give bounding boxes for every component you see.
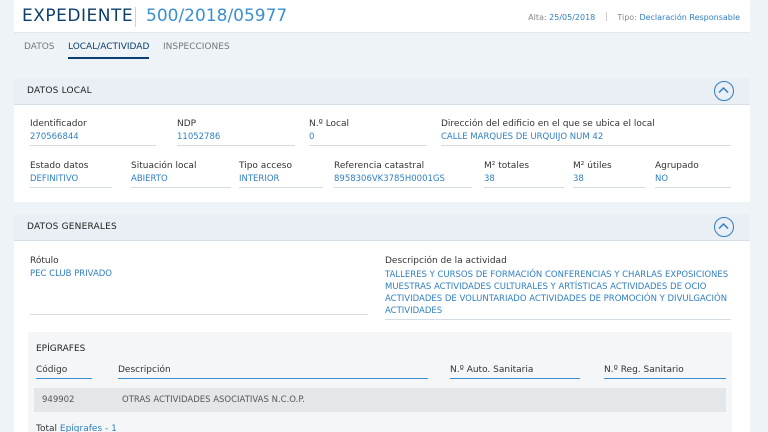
estado-label: Estado datos <box>30 161 89 171</box>
ndp-value: 11052786 <box>177 132 295 146</box>
datos-generales-panel: DATOS GENERALES Rótulo PEC CLUB PRIVADO … <box>14 214 750 432</box>
field-n-local: N.º Local 0 <box>309 119 427 146</box>
field-m2-utiles: M² útiles 38 <box>573 161 645 188</box>
estado-value: DEFINITIVO <box>30 174 112 188</box>
tipo-value: Declaración Responsable <box>639 13 740 22</box>
tab-inspecciones[interactable]: INSPECCIONES <box>163 42 230 57</box>
field-identificador: Identificador 270566844 <box>30 119 156 146</box>
column-header-descripcion[interactable]: Descripción <box>118 365 428 379</box>
epigrafes-section: EPÍGRAFES Código Descripción N.º Auto. S… <box>28 332 732 432</box>
chevron-up-icon <box>718 222 729 230</box>
identificador-value: 270566844 <box>30 132 156 146</box>
tab-datos[interactable]: DATOS <box>24 42 55 57</box>
table-row[interactable]: 949902 OTRAS ACTIVIDADES ASOCIATIVAS N.C… <box>34 388 726 412</box>
descripcion-label: Descripción de la actividad <box>385 256 507 266</box>
direccion-value: CALLE MARQUES DE URQUIJO NUM 42 <box>441 132 731 146</box>
field-situacion-local: Situación local ABIERTO <box>131 161 231 188</box>
rotulo-underline <box>30 314 368 315</box>
header-meta: Alta: 25/05/2018 Tipo: Declaración Respo… <box>528 12 740 22</box>
epigrafes-title: EPÍGRAFES <box>36 344 86 354</box>
situacion-value: ABIERTO <box>131 174 231 188</box>
meta-divider <box>605 12 607 21</box>
m2-totales-value: 38 <box>484 174 564 188</box>
alta-label: Alta: <box>528 13 547 22</box>
column-header-auto-sanitaria[interactable]: N.º Auto. Sanitaria <box>450 365 580 379</box>
column-header-reg-sanitario[interactable]: N.º Reg. Sanitario <box>604 365 726 379</box>
descripcion-line: ACTIVIDADES DE VOLUNTARIADO ACTIVIDADES … <box>385 294 728 304</box>
datos-local-panel: DATOS LOCAL Identificador 270566844 NDP … <box>14 78 750 202</box>
descripcion-line: MUESTRAS ACTIVIDADES CULTURALES Y ARTÍST… <box>385 282 707 292</box>
field-m2-totales: M² totales 38 <box>484 161 564 188</box>
field-tipo-acceso: Tipo acceso INTERIOR <box>239 161 323 188</box>
expediente-header: EXPEDIENTE 500/2018/05977 Alta: 25/05/20… <box>14 0 750 33</box>
m2-totales-label: M² totales <box>484 161 530 171</box>
descripcion-line: ACTIVIDADES <box>385 306 443 316</box>
total-epigrafes-link[interactable]: Epígrafes - 1 <box>60 424 117 432</box>
tipo-acceso-value: INTERIOR <box>239 174 323 188</box>
rotulo-value: PEC CLUB PRIVADO <box>30 269 112 279</box>
rotulo-label: Rótulo <box>30 256 59 266</box>
total-label: Total <box>36 424 58 432</box>
m2-utiles-value: 38 <box>573 174 645 188</box>
tipo-label: Tipo: <box>617 13 637 22</box>
ndp-label: NDP <box>177 119 197 129</box>
header-divider <box>135 7 136 27</box>
field-referencia-catastral: Referencia catastral 8958306VK3785H0001G… <box>334 161 472 188</box>
expediente-number: 500/2018/05977 <box>146 6 288 26</box>
field-rotulo: Rótulo PEC CLUB PRIVADO <box>30 256 368 282</box>
field-ndp: NDP 11052786 <box>177 119 295 146</box>
field-descripcion-actividad: Descripción de la actividad TALLERES Y C… <box>385 256 731 320</box>
referencia-label: Referencia catastral <box>334 161 425 171</box>
column-header-codigo[interactable]: Código <box>36 365 92 379</box>
tab-local-actividad[interactable]: LOCAL/ACTIVIDAD <box>68 42 150 59</box>
chevron-up-icon <box>718 86 729 94</box>
m2-utiles-label: M² útiles <box>573 161 612 171</box>
epigrafes-total: Total Epígrafes - 1 <box>36 424 117 432</box>
field-estado-datos: Estado datos DEFINITIVO <box>30 161 112 188</box>
row-descripcion: OTRAS ACTIVIDADES ASOCIATIVAS N.C.O.P. <box>122 395 305 405</box>
descripcion-value: TALLERES Y CURSOS DE FORMACIÓN CONFERENC… <box>385 269 731 320</box>
field-agrupado: Agrupado NO <box>655 161 731 188</box>
row-codigo: 949902 <box>42 395 75 405</box>
alta-value: 25/05/2018 <box>549 13 596 22</box>
datos-local-header: DATOS LOCAL <box>14 78 750 105</box>
datos-local-title: DATOS LOCAL <box>27 86 92 96</box>
identificador-label: Identificador <box>30 119 87 129</box>
collapse-datos-generales-button[interactable] <box>714 217 734 237</box>
datos-generales-title: DATOS GENERALES <box>27 222 117 232</box>
datos-generales-header: DATOS GENERALES <box>14 214 750 241</box>
collapse-datos-local-button[interactable] <box>714 81 734 101</box>
situacion-label: Situación local <box>131 161 197 171</box>
n-local-label: N.º Local <box>309 119 350 129</box>
n-local-value: 0 <box>309 132 427 146</box>
field-direccion: Dirección del edificio en el que se ubic… <box>441 119 731 146</box>
descripcion-line: TALLERES Y CURSOS DE FORMACIÓN CONFERENC… <box>385 270 729 280</box>
agrupado-value: NO <box>655 174 731 188</box>
page-title: EXPEDIENTE <box>22 6 134 26</box>
referencia-value: 8958306VK3785H0001GS <box>334 174 472 188</box>
agrupado-label: Agrupado <box>655 161 699 171</box>
direccion-label: Dirección del edificio en el que se ubic… <box>441 119 655 129</box>
tipo-acceso-label: Tipo acceso <box>239 161 292 171</box>
